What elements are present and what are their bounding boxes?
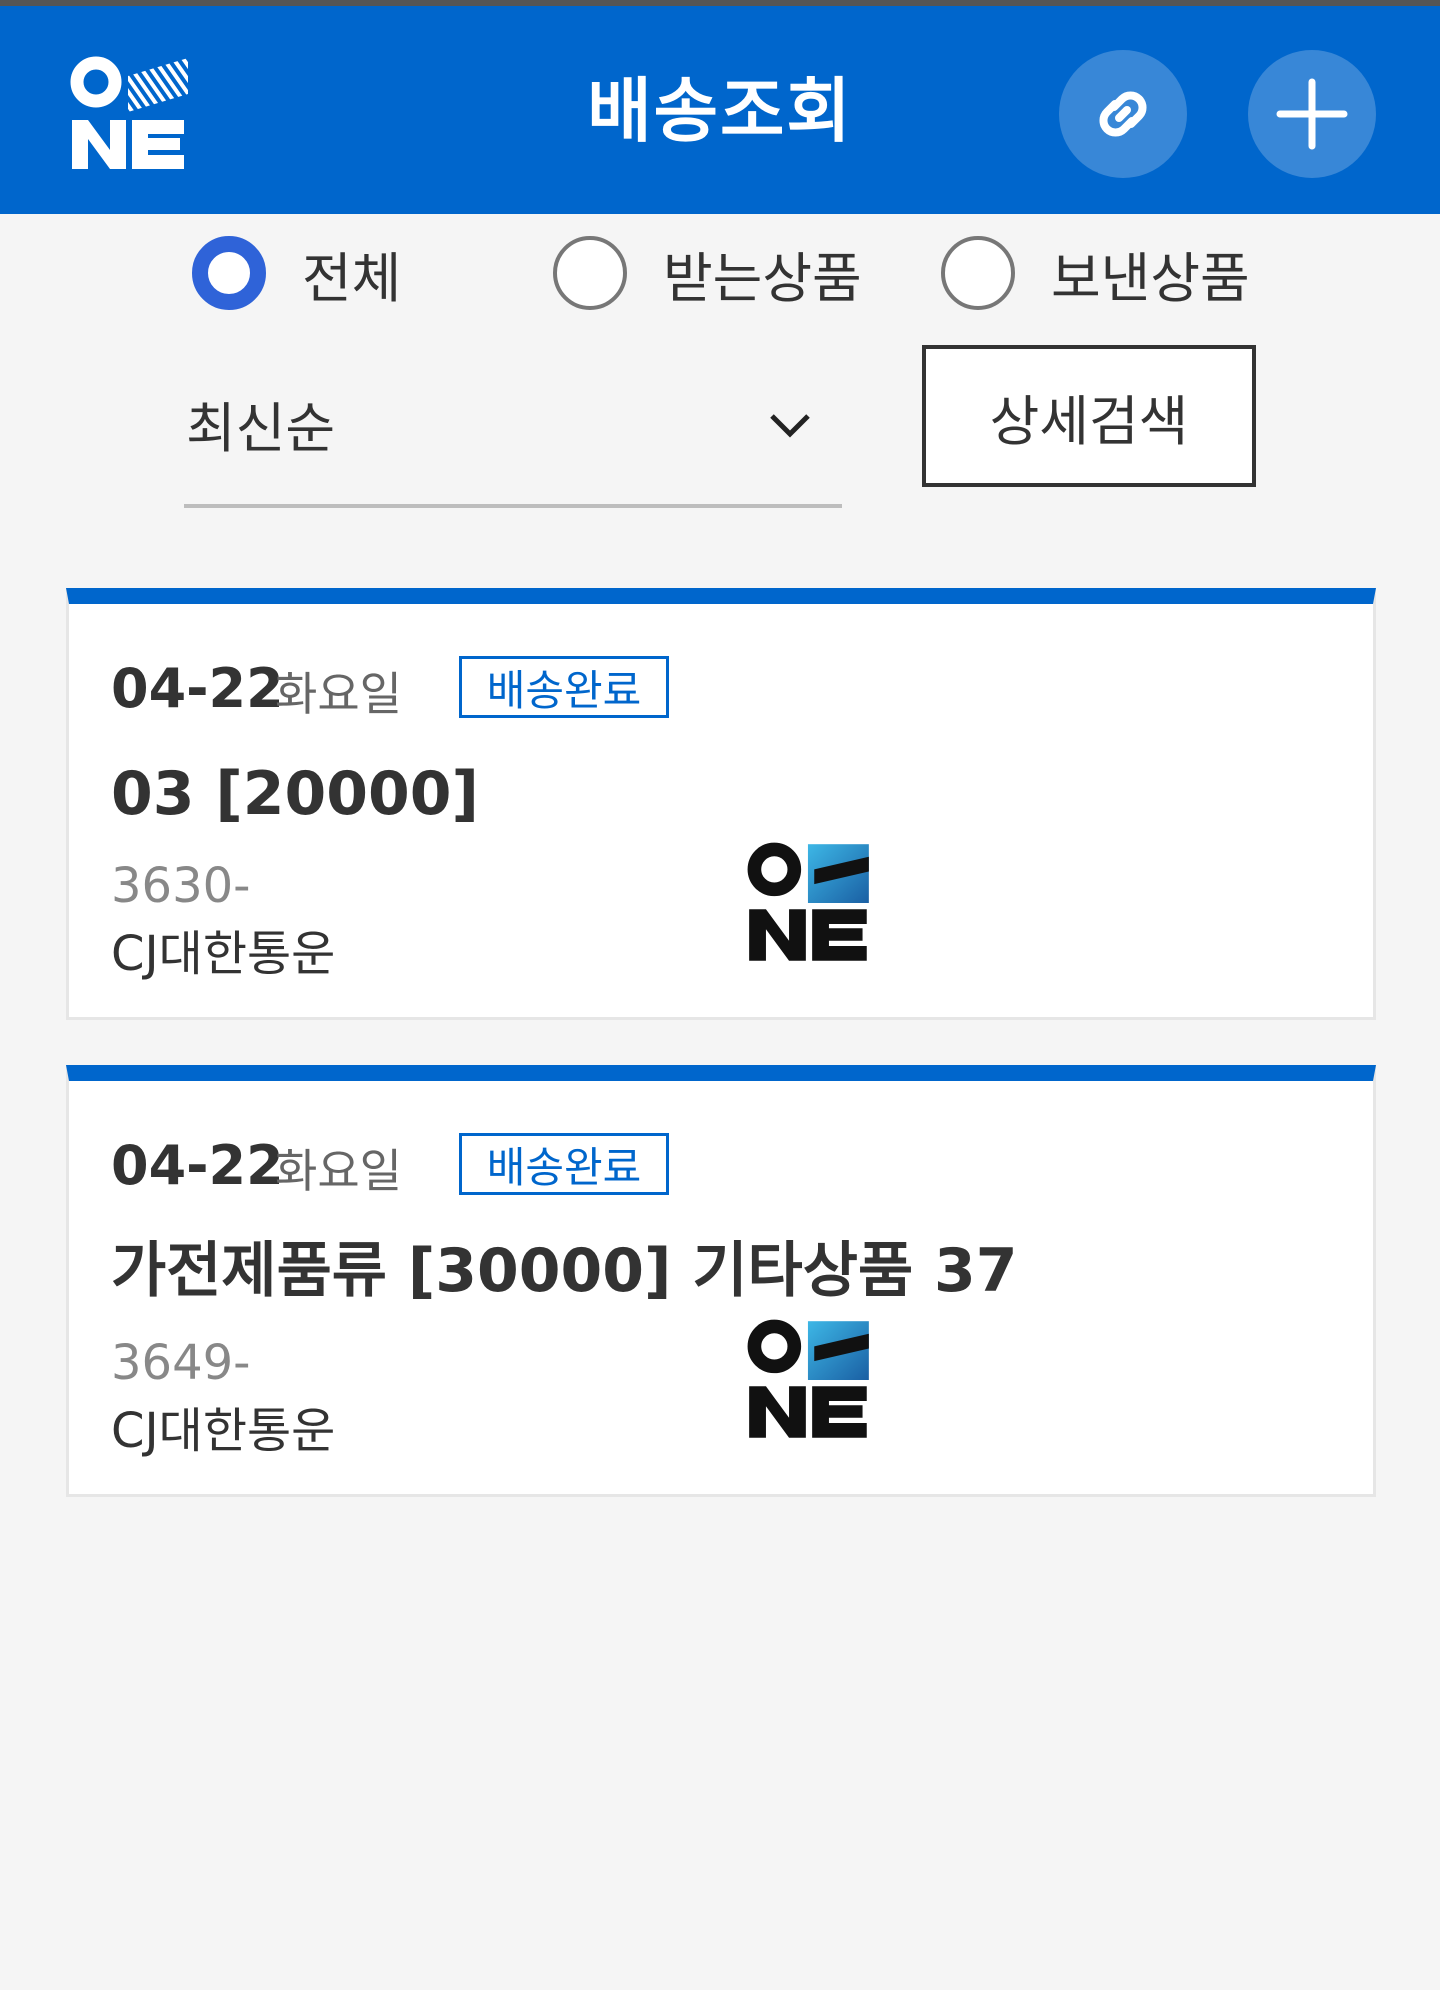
- status-badge: 배송완료: [459, 656, 669, 718]
- shipment-date: 04-22: [111, 657, 284, 720]
- share-link-button[interactable]: [1059, 50, 1187, 178]
- link-icon: [1099, 91, 1147, 137]
- shipment-weekday: 화요일: [275, 1144, 402, 1198]
- filter-all-radio[interactable]: 전체: [192, 230, 401, 316]
- product-name: 가전제품류 [30000] 기타상품 37: [111, 1236, 1018, 1306]
- shipment-filter: 전체 받는상품 보낸상품: [0, 230, 1440, 316]
- status-badge: 배송완료: [459, 1133, 669, 1195]
- shipment-date: 04-22: [111, 1134, 284, 1197]
- sort-select[interactable]: 최신순: [184, 370, 842, 508]
- product-name: 03 [20000]: [111, 759, 479, 829]
- tracking-number: 3649-: [111, 1335, 251, 1391]
- filter-received-radio[interactable]: 받는상품: [553, 230, 862, 316]
- shipment-card[interactable]: 04-22 화요일 배송완료 03 [20000] 3630- CJ대한통운: [66, 588, 1376, 1020]
- app-header: 배송조회: [0, 6, 1440, 214]
- detail-search-button[interactable]: 상세검색: [922, 345, 1256, 487]
- chevron-down-icon: [770, 414, 810, 438]
- radio-circle[interactable]: [192, 236, 266, 310]
- page-title: 배송조회: [587, 70, 853, 152]
- shipment-weekday: 화요일: [275, 667, 402, 721]
- shipment-card[interactable]: 04-22 화요일 배송완료 가전제품류 [30000] 기타상품 37 364…: [66, 1065, 1376, 1497]
- radio-circle[interactable]: [553, 236, 627, 310]
- filter-label: 받는상품: [663, 246, 862, 310]
- filter-sent-radio[interactable]: 보낸상품: [941, 230, 1250, 316]
- filter-label: 보낸상품: [1051, 246, 1250, 310]
- carrier-logo-icon: [747, 1319, 869, 1438]
- sort-selected-value: 최신순: [186, 397, 336, 460]
- carrier-name: CJ대한통운: [111, 926, 336, 982]
- carrier-logo-icon: [747, 842, 869, 961]
- radio-circle[interactable]: [941, 236, 1015, 310]
- add-shipment-button[interactable]: [1248, 50, 1376, 178]
- filter-label: 전체: [302, 246, 402, 310]
- carrier-name: CJ대한통운: [111, 1403, 336, 1459]
- plus-icon: [1276, 78, 1348, 150]
- tracking-number: 3630-: [111, 858, 251, 914]
